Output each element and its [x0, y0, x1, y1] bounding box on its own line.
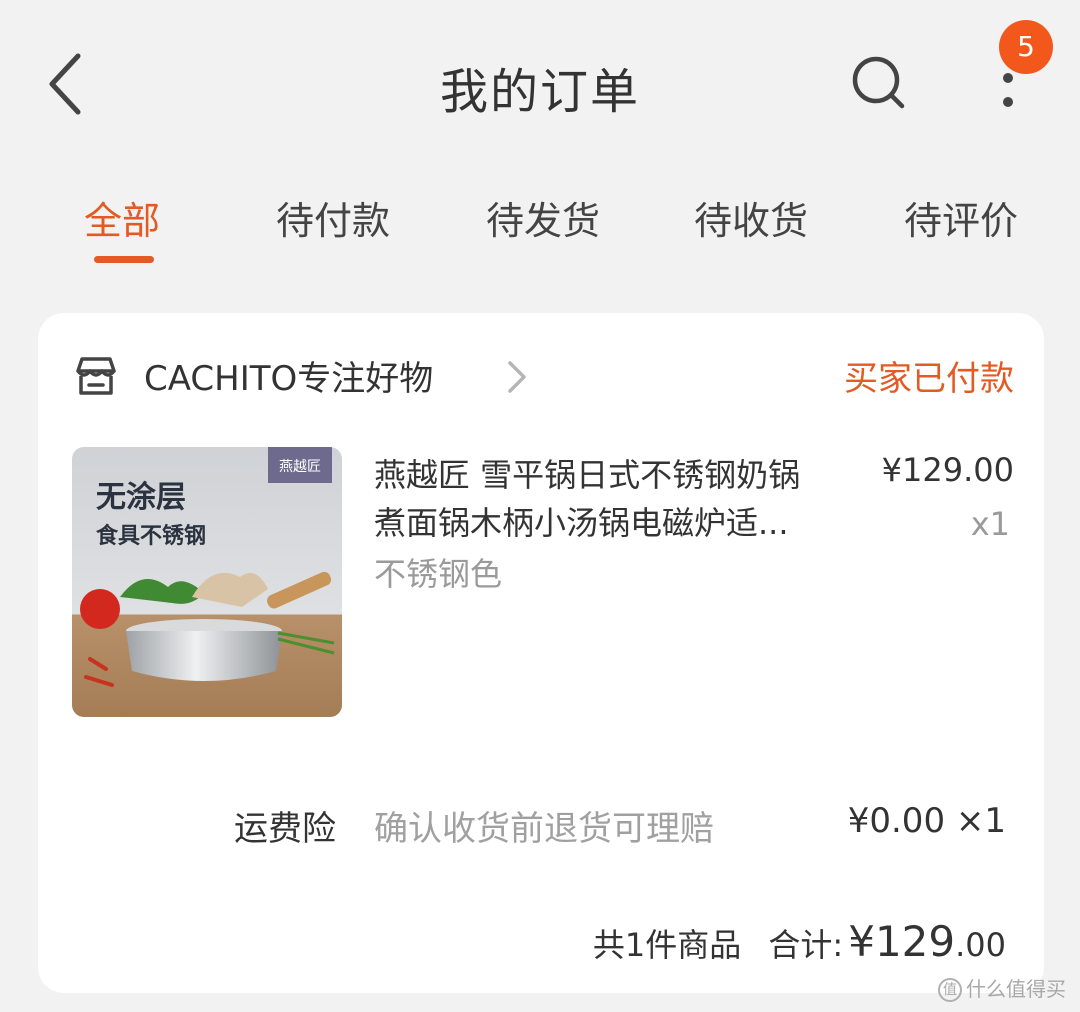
page-title: 我的订单	[439, 64, 640, 120]
shipping-insurance-label: 运费险	[234, 809, 336, 849]
notification-badge: 5	[999, 20, 1053, 74]
tab-pending-payment[interactable]: 待付款	[276, 190, 390, 262]
tab-pending-review[interactable]: 待评价	[904, 190, 1018, 262]
shipping-insurance-desc: 确认收货前退货可理赔	[374, 809, 714, 849]
product-title-line-1: 燕越匠 雪平锅日式不锈钢奶锅	[374, 456, 801, 494]
product-variant: 不锈钢色	[374, 555, 503, 593]
total-label: 合计:	[768, 926, 844, 964]
total-amount-main: ¥129	[848, 917, 956, 966]
tab-all[interactable]: 全部	[84, 190, 160, 262]
product-price: ¥129.00	[881, 451, 1014, 489]
product-quantity: x1	[970, 505, 1010, 543]
watermark: 值什么值得买	[938, 973, 1066, 1002]
product-title-line-2: 煮面锅木柄小汤锅电磁炉适...	[374, 504, 789, 542]
total-amount: ¥129.00	[848, 917, 1006, 966]
image-brand-text: 燕越匠	[279, 459, 321, 475]
order-status-label: 买家已付款	[844, 359, 1014, 399]
watermark-logo-icon: 值	[938, 978, 962, 1002]
top-bar: 我的订单 5	[0, 0, 1080, 160]
shop-name-link[interactable]: CACHITO专注好物	[144, 351, 433, 400]
order-status-tabs: 全部 待付款 待发货 待收货 待评价	[0, 190, 1080, 270]
product-thumbnail[interactable]: 燕越匠 无涂层 食具不锈钢	[72, 447, 342, 717]
active-tab-indicator	[94, 256, 154, 263]
total-amount-cents: .00	[955, 926, 1006, 964]
item-count: 共1件商品	[592, 926, 742, 964]
store-icon	[76, 357, 116, 395]
image-headline-text: 无涂层	[96, 480, 186, 515]
search-icon	[852, 56, 905, 109]
shop-header: CACHITO专注好物 买家已付款	[74, 347, 1014, 407]
tab-pending-shipment[interactable]: 待发货	[486, 190, 600, 262]
product-image: 燕越匠 无涂层 食具不锈钢	[72, 447, 342, 717]
shipping-insurance-price: ¥0.00 ×1	[847, 801, 1006, 841]
search-button[interactable]	[846, 50, 910, 114]
image-subline-text: 食具不锈钢	[96, 523, 206, 549]
watermark-text: 什么值得买	[966, 976, 1066, 1001]
order-card[interactable]: CACHITO专注好物 买家已付款 燕越匠 无涂层 食具不锈钢 燕越匠 雪平锅日…	[38, 313, 1044, 993]
chevron-right-icon[interactable]	[504, 359, 530, 395]
tab-pending-receipt[interactable]: 待收货	[694, 190, 808, 262]
product-title-link[interactable]: 燕越匠 雪平锅日式不锈钢奶锅 煮面锅木柄小汤锅电磁炉适...	[374, 451, 844, 547]
order-summary: 共1件商品 合计: ¥129.00	[593, 917, 1006, 966]
